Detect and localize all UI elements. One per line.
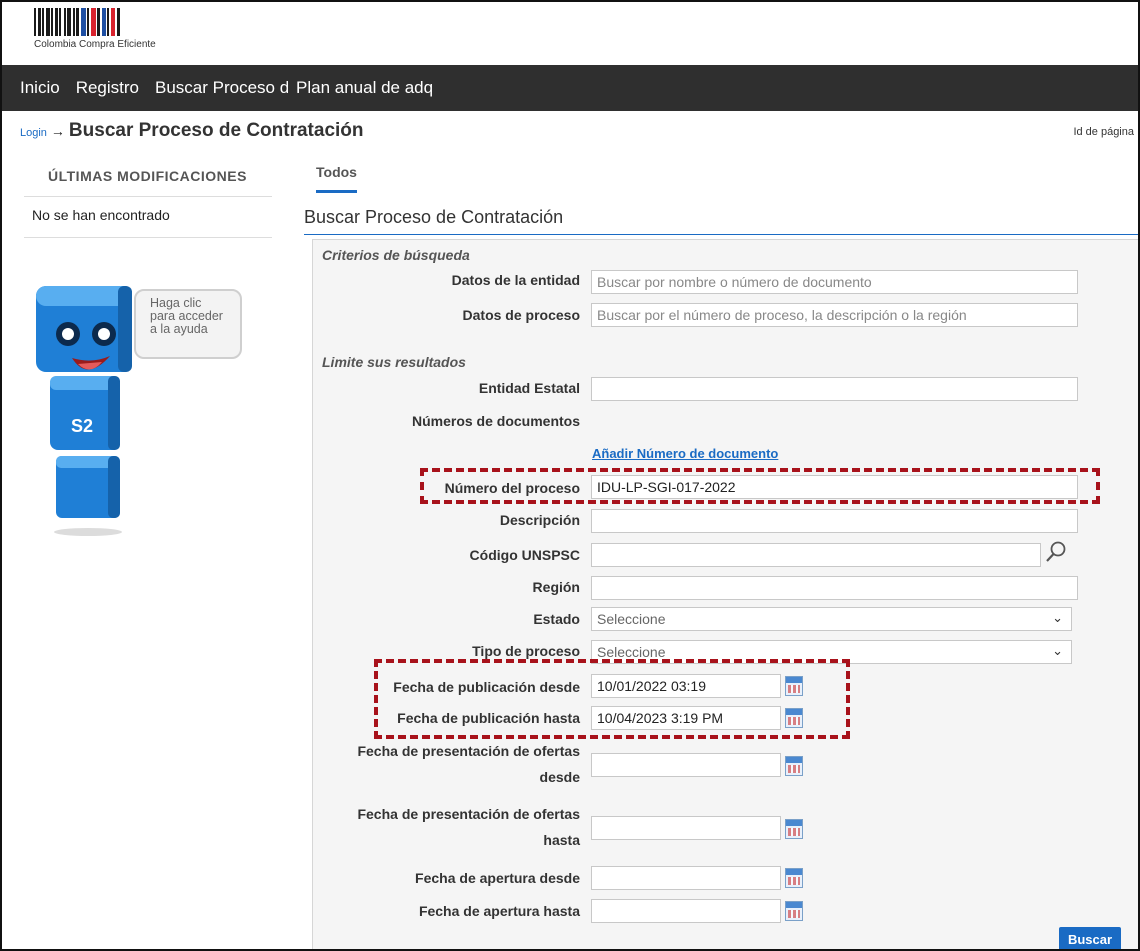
numeros-documentos-label: Números de documentos	[411, 413, 580, 429]
brand-logo[interactable]: Colombia Compra Eficiente	[34, 8, 174, 60]
apertura-hasta-label: Fecha de apertura hasta	[418, 903, 580, 919]
region-input[interactable]	[591, 576, 1078, 600]
page-id-label: Id de página	[1073, 126, 1134, 138]
process-search-input[interactable]: Buscar por el número de proceso, la desc…	[591, 303, 1078, 327]
apertura-desde-label: Fecha de apertura desde	[415, 870, 580, 886]
limits-heading: Limite sus resultados	[322, 354, 466, 370]
breadcrumb-arrow: →	[50, 123, 65, 139]
calendar-icon[interactable]	[785, 868, 803, 888]
sidebar: ÚLTIMAS MODIFICACIONES No se han encontr…	[24, 152, 272, 238]
estado-label: Estado	[533, 611, 580, 627]
ofertas-hasta-label-line2: hasta	[543, 832, 580, 848]
nav-plan-anual[interactable]: Plan anual de adq	[296, 78, 456, 98]
entidad-estatal-input[interactable]	[591, 377, 1078, 401]
tipo-proceso-select-value: Seleccione	[597, 644, 666, 660]
ofertas-desde-label-line1: Fecha de presentación de ofertas	[357, 743, 580, 759]
search-button[interactable]: Buscar	[1059, 927, 1121, 949]
top-navbar: Inicio Registro Buscar Proceso de Plan a…	[2, 65, 1138, 111]
ofertas-hasta-label: Fecha de presentación de ofertas hasta	[320, 801, 580, 853]
nav-buscar-proceso[interactable]: Buscar Proceso de	[155, 78, 288, 98]
process-label: Datos de proceso	[462, 307, 580, 323]
chevron-down-icon: ⌄	[1052, 643, 1063, 658]
estado-select[interactable]: Seleccione ⌄	[591, 607, 1072, 631]
tab-todos[interactable]: Todos	[316, 164, 357, 193]
chevron-down-icon: ⌄	[1052, 610, 1063, 625]
descripcion-input[interactable]	[591, 509, 1078, 533]
calendar-icon[interactable]	[785, 819, 803, 839]
codigo-unspsc-label: Código UNSPSC	[469, 547, 580, 563]
mascot-label: S2	[71, 416, 93, 436]
ofertas-desde-input[interactable]	[591, 753, 781, 777]
entity-search-input[interactable]: Buscar por nombre o número de documento	[591, 270, 1078, 294]
page-frame: Colombia Compra Eficiente Inicio Registr…	[0, 0, 1140, 951]
add-document-number-link[interactable]: Añadir Número de documento	[592, 446, 778, 461]
breadcrumb: Login → Buscar Proceso de Contratación	[20, 120, 364, 142]
search-icon[interactable]	[1045, 541, 1067, 563]
entity-label: Datos de la entidad	[451, 272, 580, 288]
codigo-unspsc-input[interactable]	[591, 543, 1041, 567]
help-bubble[interactable]: Haga clic para acceder a la ayuda	[134, 289, 242, 359]
highlight-fechas-publicacion	[374, 659, 850, 739]
ofertas-desde-label: Fecha de presentación de ofertas desde	[320, 738, 580, 790]
sidebar-empty-message: No se han encontrado	[24, 197, 272, 238]
region-label: Región	[532, 579, 580, 595]
help-text-line: a la ayuda	[150, 322, 208, 336]
sidebar-title: ÚLTIMAS MODIFICACIONES	[24, 152, 272, 197]
breadcrumb-login-link[interactable]: Login	[20, 127, 47, 139]
section-title: Buscar Proceso de Contratación	[304, 207, 1138, 235]
page-title: Buscar Proceso de Contratación	[68, 120, 364, 141]
barcode-logo-icon	[34, 8, 174, 36]
nav-inicio[interactable]: Inicio	[20, 78, 60, 98]
entidad-estatal-label: Entidad Estatal	[478, 380, 580, 396]
ofertas-desde-label-line2: desde	[539, 769, 580, 785]
calendar-icon[interactable]	[785, 756, 803, 776]
criteria-heading: Criterios de búsqueda	[322, 247, 470, 263]
nav-registro[interactable]: Registro	[76, 78, 139, 98]
descripcion-label: Descripción	[499, 512, 580, 528]
apertura-desde-input[interactable]	[591, 866, 781, 890]
tipo-proceso-label: Tipo de proceso	[472, 643, 580, 659]
estado-select-value: Seleccione	[597, 611, 666, 627]
ofertas-hasta-label-line1: Fecha de presentación de ofertas	[357, 806, 580, 822]
highlight-numero-proceso	[420, 468, 1100, 504]
ofertas-hasta-input[interactable]	[591, 816, 781, 840]
calendar-icon[interactable]	[785, 901, 803, 921]
apertura-hasta-input[interactable]	[591, 899, 781, 923]
brand-name: Colombia Compra Eficiente	[34, 39, 156, 50]
